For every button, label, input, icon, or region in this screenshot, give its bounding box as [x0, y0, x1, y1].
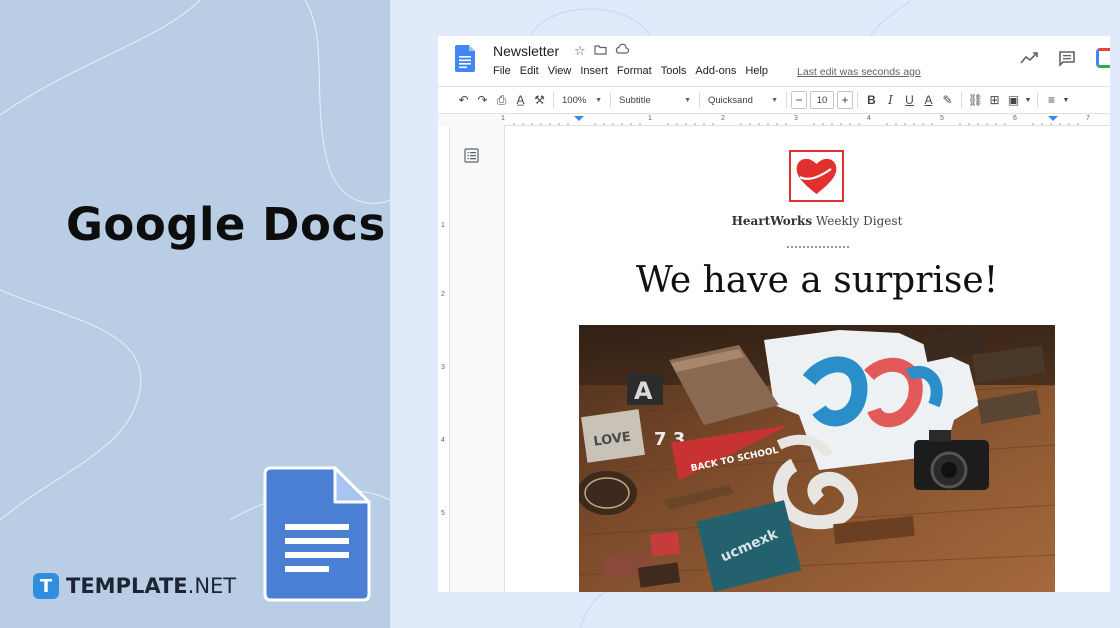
menu-edit[interactable]: Edit	[520, 65, 539, 77]
toolbar-divider	[699, 92, 700, 108]
bold-icon[interactable]: B	[862, 86, 881, 114]
ruler-label: 1	[501, 115, 505, 122]
ruler-label: 3	[794, 115, 798, 122]
chevron-down-icon[interactable]: ▼	[1023, 86, 1033, 114]
toolbar-divider	[1037, 92, 1038, 108]
right-indent-marker[interactable]	[1048, 116, 1058, 121]
last-edit-link[interactable]: Last edit was seconds ago	[797, 66, 921, 78]
style-select[interactable]: Subtitle ▼	[615, 90, 695, 110]
menu-tools[interactable]: Tools	[661, 65, 687, 77]
ruler-label: 1	[441, 222, 445, 229]
headline: We have a surprise!	[635, 260, 999, 301]
ruler-ticks	[513, 116, 1079, 125]
formatting-toolbar: ↶ ↷ ⎙ A̲ ⚒ 100% ▼ Subtitle ▼ Quicksand ▼ − …	[438, 86, 1110, 114]
menu-file[interactable]: File	[493, 65, 511, 77]
meet-icon[interactable]	[1096, 48, 1110, 68]
ruler-label: 4	[867, 115, 871, 122]
menu-format[interactable]: Format	[617, 65, 652, 77]
zoom-select[interactable]: 100% ▼	[558, 90, 606, 110]
docs-app-icon[interactable]	[455, 45, 475, 72]
title-actions: ☆	[574, 43, 629, 59]
ruler-label: 4	[441, 437, 445, 444]
template-logo-icon: T	[33, 573, 59, 599]
font-size-decrease-button[interactable]: −	[791, 91, 807, 109]
ruler-label: 2	[441, 291, 445, 298]
ruler-label: 7	[1086, 115, 1090, 122]
horizontal-ruler[interactable]: 1 1 2 3 4 5 6 7	[501, 115, 1110, 126]
ruler-label: 3	[441, 364, 445, 371]
spellcheck-icon[interactable]: A̲	[511, 86, 530, 114]
dotted-divider	[787, 246, 849, 248]
add-comment-icon[interactable]: ⊞	[985, 86, 1004, 114]
ruler-label: 5	[940, 115, 944, 122]
document-title[interactable]: Newsletter	[493, 43, 559, 59]
image-icon[interactable]: ▣	[1004, 86, 1023, 114]
align-icon[interactable]: ≡	[1042, 86, 1061, 114]
svg-text:A: A	[634, 377, 653, 405]
menu-addons[interactable]: Add-ons	[695, 65, 736, 77]
left-indent-marker[interactable]	[574, 116, 584, 121]
redo-icon[interactable]: ↷	[473, 86, 492, 114]
link-icon[interactable]: ⛓	[966, 86, 985, 114]
template-net-logo: T TEMPLATE.NET	[33, 573, 236, 599]
print-icon[interactable]: ⎙	[492, 86, 511, 114]
undo-icon[interactable]: ↶	[454, 86, 473, 114]
trending-icon[interactable]	[1020, 51, 1038, 65]
google-docs-logo-icon	[263, 466, 371, 602]
heart-logo	[789, 150, 844, 202]
menu-bar: File Edit View Insert Format Tools Add-o…	[493, 65, 768, 77]
docs-window: Newsletter ☆ File Edit View Insert Forma…	[438, 36, 1110, 592]
cloud-icon[interactable]	[615, 43, 629, 56]
ruler-label: 1	[648, 115, 652, 122]
font-size-input[interactable]: 10	[810, 91, 834, 109]
top-right-actions	[1020, 48, 1110, 68]
font-select[interactable]: Quicksand ▼	[704, 90, 782, 110]
title-bar: Newsletter ☆ File Edit View Insert Forma…	[438, 36, 1110, 86]
promo-panel: Google Docs T TEMPLATE.NET	[0, 0, 390, 628]
toolbar-divider	[786, 92, 787, 108]
paint-format-icon[interactable]: ⚒	[530, 86, 549, 114]
toolbar-divider	[857, 92, 858, 108]
chevron-down-icon[interactable]: ▼	[1061, 86, 1071, 114]
font-size-increase-button[interactable]: +	[837, 91, 853, 109]
highlight-icon[interactable]: ✎	[938, 86, 957, 114]
chevron-down-icon: ▼	[595, 96, 602, 104]
folder-icon[interactable]	[594, 43, 607, 56]
newsletter-brand: HeartWorks Weekly Digest	[731, 214, 903, 228]
ruler-label: 2	[721, 115, 725, 122]
hero-photo: A LOVE 7 3 BACK TO SCHOOL ucmexk	[579, 325, 1055, 592]
heart-icon	[796, 158, 837, 194]
promo-title: Google Docs	[66, 198, 386, 251]
ruler-label: 5	[441, 510, 445, 517]
template-logo-text: TEMPLATE.NET	[66, 574, 237, 598]
toolbar-divider	[961, 92, 962, 108]
menu-view[interactable]: View	[548, 65, 572, 77]
menu-insert[interactable]: Insert	[580, 65, 608, 77]
star-icon[interactable]: ☆	[574, 43, 586, 59]
underline-icon[interactable]: U	[900, 86, 919, 114]
text-color-icon[interactable]: A	[919, 86, 938, 114]
toolbar-divider	[553, 92, 554, 108]
menu-help[interactable]: Help	[745, 65, 768, 77]
comment-icon[interactable]	[1058, 50, 1076, 67]
italic-icon[interactable]: I	[881, 86, 900, 114]
toolbar-divider	[610, 92, 611, 108]
chevron-down-icon: ▼	[771, 96, 778, 104]
chevron-down-icon: ▼	[684, 96, 691, 104]
vertical-ruler[interactable]: 1 2 3 4 5	[438, 126, 450, 592]
ruler-label: 6	[1013, 115, 1017, 122]
outline-icon[interactable]	[464, 148, 479, 163]
document-page[interactable]: HeartWorks Weekly Digest We have a surpr…	[504, 126, 1110, 592]
